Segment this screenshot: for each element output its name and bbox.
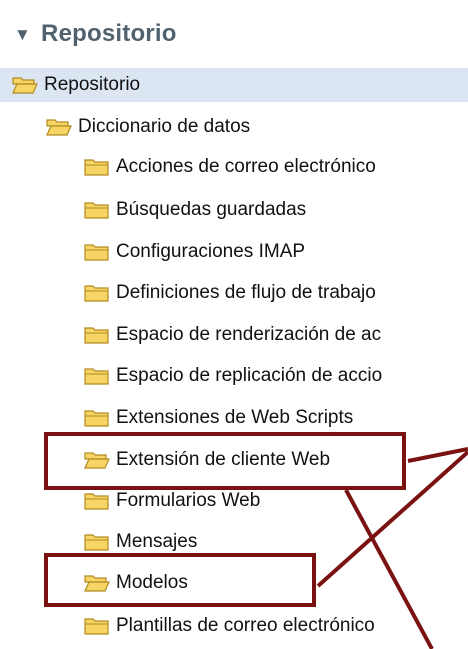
folder-closed-icon — [84, 244, 109, 261]
folder-open-icon — [84, 575, 110, 592]
panel-title: Repositorio — [41, 20, 177, 47]
tree-item-label: Configuraciones IMAP — [116, 241, 306, 262]
tree-item-espacio-replicacion[interactable]: Espacio de replicación de accio — [84, 359, 382, 393]
tree-item-label: Definiciones de flujo de trabajo — [116, 282, 376, 303]
folder-closed-icon — [84, 285, 109, 302]
tree-item-modelos[interactable]: Modelos — [84, 566, 188, 600]
tree-item-configuraciones-imap[interactable]: Configuraciones IMAP — [84, 235, 305, 269]
tree-node-label: Repositorio — [44, 74, 141, 95]
collapse-triangle-icon[interactable]: ▼ — [14, 25, 31, 45]
tree-item-label: Extensiones de Web Scripts — [116, 407, 354, 428]
tree-item-extension-cliente-web[interactable]: Extensión de cliente Web — [84, 443, 330, 477]
panel-header[interactable]: ▼ Repositorio — [14, 14, 177, 54]
folder-closed-icon — [84, 327, 109, 344]
tree-item-mensajes[interactable]: Mensajes — [84, 525, 197, 559]
tree-item-label: Espacio de renderización de ac — [116, 324, 382, 345]
tree-node-diccionario-de-datos[interactable]: Diccionario de datos — [46, 110, 250, 144]
tree-item-label: Extensión de cliente Web — [116, 449, 331, 470]
folder-open-icon — [84, 452, 110, 469]
tree-item-label: Espacio de replicación de accio — [116, 365, 383, 386]
folder-closed-icon — [84, 534, 109, 551]
tree-node-repositorio[interactable]: Repositorio — [0, 68, 468, 102]
tree-item-label: Formularios Web — [116, 490, 261, 511]
folder-closed-icon — [84, 202, 109, 219]
tree-item-label: Mensajes — [116, 531, 198, 552]
tree-item-label: Plantillas de correo electrónico — [116, 615, 375, 636]
tree-item-label: Modelos — [116, 572, 188, 593]
tree-item-acciones-correo[interactable]: Acciones de correo electrónico — [84, 150, 376, 184]
tree-item-definiciones-flujo[interactable]: Definiciones de flujo de trabajo — [84, 276, 376, 310]
tree-item-label: Acciones de correo electrónico — [116, 156, 376, 177]
folder-closed-icon — [84, 493, 109, 510]
folder-closed-icon — [84, 410, 109, 427]
tree-item-extensiones-web-scripts[interactable]: Extensiones de Web Scripts — [84, 401, 353, 435]
folder-closed-icon — [84, 159, 109, 176]
folder-closed-icon — [84, 618, 109, 635]
folder-open-icon — [46, 119, 72, 136]
tree-item-plantillas-correo[interactable]: Plantillas de correo electrónico — [84, 609, 375, 643]
folder-closed-icon — [84, 368, 109, 385]
annotation-arrow-line — [407, 447, 468, 463]
tree-node-label: Diccionario de datos — [78, 116, 251, 137]
tree-item-formularios-web[interactable]: Formularios Web — [84, 484, 260, 518]
tree-item-busquedas-guardadas[interactable]: Búsquedas guardadas — [84, 193, 306, 227]
annotation-arrow-line — [316, 450, 468, 588]
repository-panel: ▼ Repositorio Repositorio Diccionario de… — [0, 0, 468, 649]
folder-open-icon — [12, 77, 38, 94]
tree-item-label: Búsquedas guardadas — [116, 199, 307, 220]
tree-item-espacio-renderizacion[interactable]: Espacio de renderización de ac — [84, 318, 381, 352]
